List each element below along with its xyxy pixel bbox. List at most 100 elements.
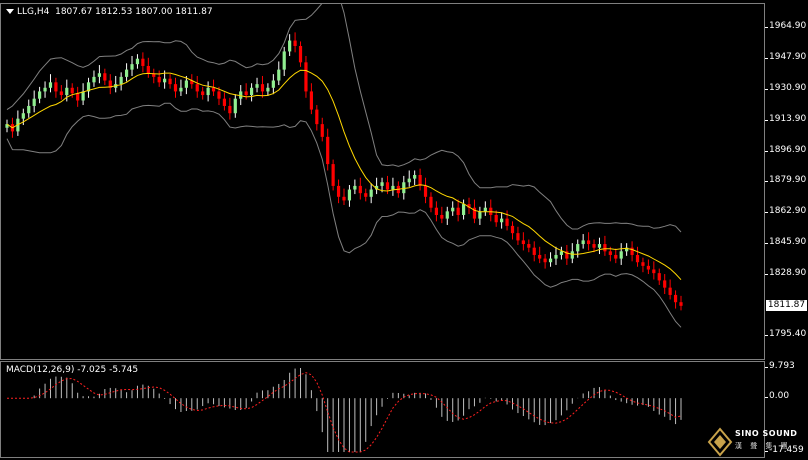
- candle: [429, 192, 433, 213]
- price-tick-label: 1947.90: [769, 51, 807, 62]
- candle: [228, 97, 232, 120]
- candle-body: [554, 254, 558, 259]
- candle-body: [315, 109, 319, 125]
- price-tick-mark: [765, 212, 768, 214]
- candle-body: [385, 182, 390, 190]
- candle: [353, 179, 357, 195]
- candle-body: [141, 58, 145, 66]
- dropdown-triangle-icon[interactable]: [6, 9, 14, 14]
- candle-body: [559, 251, 564, 255]
- candle: [233, 94, 237, 118]
- price-tick-label: 1930.90: [769, 82, 807, 93]
- candle-body: [510, 225, 515, 234]
- candle-body: [581, 240, 585, 245]
- candle-body: [423, 185, 428, 197]
- candle-body: [130, 64, 134, 70]
- candle-body: [532, 247, 536, 255]
- candle: [298, 41, 303, 67]
- candle-body: [336, 185, 341, 197]
- chart-window[interactable]: LLG,H4 1807.67 1812.53 1807.00 1811.87 1…: [0, 0, 808, 460]
- candle-body: [195, 84, 199, 92]
- candle: [543, 254, 547, 269]
- candle: [413, 170, 417, 185]
- candle: [527, 239, 531, 253]
- candle-body: [239, 91, 243, 99]
- candle: [597, 237, 602, 255]
- candle-body: [353, 185, 357, 190]
- candle-body: [418, 175, 422, 186]
- candle: [472, 199, 477, 224]
- candle: [619, 243, 623, 265]
- candle-body: [646, 265, 650, 270]
- candle: [266, 83, 270, 96]
- candle-body: [157, 76, 161, 83]
- candle: [489, 199, 493, 222]
- candle: [554, 246, 558, 265]
- candle: [195, 75, 199, 98]
- candle-body: [505, 218, 509, 226]
- candle: [271, 74, 275, 95]
- candle: [375, 177, 379, 195]
- candle: [331, 159, 335, 191]
- candle: [103, 68, 107, 86]
- candle-body: [652, 269, 656, 274]
- candle: [249, 83, 254, 102]
- price-tick-mark: [765, 243, 768, 245]
- price-tick-mark: [765, 57, 768, 59]
- candle: [445, 206, 449, 225]
- candle-body: [543, 258, 547, 263]
- candle-body: [70, 87, 74, 94]
- candle: [505, 210, 509, 231]
- candle-body: [358, 185, 362, 194]
- candle: [320, 117, 324, 142]
- macd-tick-mark: [765, 397, 768, 399]
- candle: [391, 177, 395, 196]
- candle: [108, 74, 112, 95]
- price-tick-mark: [765, 88, 768, 90]
- price-tick-mark: [765, 119, 768, 121]
- candle-body: [429, 196, 433, 208]
- candle-body: [168, 78, 172, 85]
- candle-body: [217, 91, 221, 99]
- candle-body: [228, 105, 232, 114]
- candle: [630, 241, 634, 262]
- candle-body: [668, 287, 672, 295]
- candle: [309, 83, 313, 115]
- candle: [516, 226, 520, 245]
- candle: [135, 54, 140, 69]
- candle-body: [614, 254, 618, 259]
- candle: [358, 177, 362, 200]
- candle-body: [380, 182, 384, 186]
- candle-body: [445, 211, 449, 219]
- bollinger-lower-band: [6, 102, 682, 328]
- candle: [521, 232, 525, 251]
- candle-body: [38, 91, 42, 99]
- macd-canvas[interactable]: [1, 362, 766, 459]
- macd-pane[interactable]: MACD(12,26,9) -7.025 -5.745: [0, 361, 765, 458]
- price-chart-pane[interactable]: LLG,H4 1807.67 1812.53 1807.00 1811.87: [0, 3, 765, 360]
- candle: [559, 246, 564, 260]
- price-chart-canvas[interactable]: [1, 4, 766, 361]
- candle-body: [548, 258, 553, 263]
- candle: [456, 199, 460, 222]
- candle-body: [65, 87, 69, 96]
- candle-body: [478, 211, 482, 219]
- candle-body: [461, 204, 466, 215]
- candle-body: [97, 73, 102, 77]
- sino-sound-logo: SINO SOUND 漢 聲 集 團: [707, 425, 807, 459]
- candle-body: [146, 65, 150, 74]
- candle: [668, 279, 672, 300]
- candle: [168, 74, 172, 89]
- price-tick-mark: [765, 27, 768, 28]
- candle: [54, 77, 58, 98]
- candle: [97, 65, 102, 84]
- candle-body: [244, 91, 248, 96]
- candle-body: [222, 98, 227, 106]
- candle: [81, 83, 85, 106]
- candle-body: [364, 193, 368, 197]
- candle-body: [576, 244, 580, 252]
- ohlc-values: 1807.67 1812.53 1807.00 1811.87: [55, 7, 213, 17]
- candle: [402, 175, 406, 200]
- candle: [440, 206, 444, 224]
- price-tick-label: 1862.90: [769, 206, 807, 217]
